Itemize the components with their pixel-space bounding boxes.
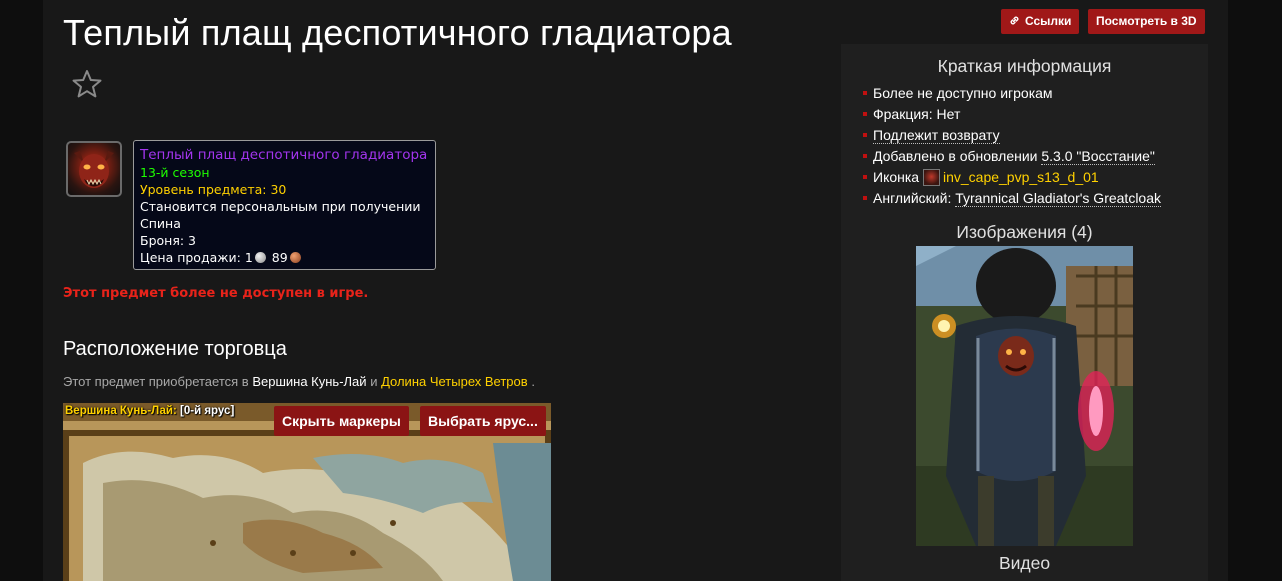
links-button-label: Ссылки bbox=[1025, 14, 1072, 28]
page-content: Теплый плащ деспотичного гладиатора Тепл… bbox=[43, 0, 1228, 581]
zone-link-kun-lai[interactable]: Вершина Кунь-Лай bbox=[252, 374, 366, 389]
tooltip-binding: Становится персональным при получении bbox=[140, 199, 421, 214]
info-item-patch: Добавлено в обновлении 5.3.0 "Восстание" bbox=[863, 146, 1161, 167]
tooltip-armor: Броня: 3 bbox=[140, 233, 196, 248]
item-mini-icon bbox=[922, 169, 940, 186]
tooltip-season: 13-й сезон bbox=[140, 165, 210, 180]
link-icon bbox=[1010, 16, 1019, 25]
info-text: Подлежит возврату bbox=[873, 127, 1000, 144]
map-zone-header: Вершина Кунь-Лай: [0-й ярус] bbox=[65, 405, 234, 417]
quick-info-title: Краткая информация bbox=[937, 56, 1112, 76]
vendor-period: . bbox=[531, 374, 535, 389]
info-text: Фракция: Нет bbox=[873, 106, 961, 122]
quick-info-list: Более не доступно игрокам Фракция: Нет П… bbox=[863, 83, 1161, 209]
links-button[interactable]: Ссылки bbox=[1001, 9, 1080, 34]
character-screenshot bbox=[916, 246, 1133, 546]
info-sidebar: Краткая информация Более не доступно игр… bbox=[841, 44, 1208, 581]
copper-coin-icon bbox=[289, 252, 301, 263]
sell-silver-value: 1 bbox=[244, 250, 253, 265]
vendor-section-title: Расположение торговца bbox=[63, 338, 287, 360]
info-item-faction: Фракция: Нет bbox=[863, 104, 1161, 125]
icon-name-link[interactable]: inv_cape_pvp_s13_d_01 bbox=[943, 169, 1099, 185]
vendor-conjunction: и bbox=[370, 374, 378, 389]
tooltip-slot: Спина bbox=[140, 216, 181, 231]
info-text: Добавлено в обновлении bbox=[873, 148, 1038, 164]
screenshot-thumbnail[interactable] bbox=[916, 246, 1133, 546]
favorite-star-icon[interactable] bbox=[71, 68, 103, 100]
video-title: Видео bbox=[998, 553, 1051, 573]
view-3d-button[interactable]: Посмотреть в 3D bbox=[1088, 9, 1205, 34]
patch-version: 5.3.0 "Восстание" bbox=[1041, 148, 1155, 165]
info-item-icon: Иконка inv_cape_pvp_s13_d_01 bbox=[863, 167, 1161, 188]
info-text: Английский: bbox=[873, 190, 952, 206]
item-icon[interactable] bbox=[66, 141, 122, 197]
vendor-map[interactable]: Вершина Кунь-Лай: [0-й ярус] Скрыть марк… bbox=[63, 403, 551, 581]
english-name: Tyrannical Gladiator's Greatcloak bbox=[955, 190, 1161, 207]
page-title: Теплый плащ деспотичного гладиатора bbox=[63, 12, 732, 53]
unavailable-notice: Этот предмет более не доступен в игре. bbox=[63, 286, 369, 301]
select-floor-button[interactable]: Выбрать ярус... bbox=[420, 406, 546, 436]
sell-price-label: Цена продажи: bbox=[140, 250, 241, 265]
tooltip-item-level: Уровень предмета: 30 bbox=[140, 182, 287, 197]
info-item-english: Английский: Tyrannical Gladiator's Great… bbox=[863, 188, 1161, 209]
sell-copper-value: 89 bbox=[271, 250, 288, 265]
info-text: Иконка bbox=[873, 169, 920, 185]
info-item-refundable: Подлежит возврату bbox=[863, 125, 1161, 146]
item-tooltip: Теплый плащ деспотичного гладиатора 13-й… bbox=[133, 140, 436, 270]
hide-markers-button[interactable]: Скрыть маркеры bbox=[274, 406, 409, 436]
demon-face-icon bbox=[74, 151, 114, 188]
tooltip-item-name: Теплый плащ деспотичного гладиатора bbox=[140, 147, 428, 163]
silver-coin-icon bbox=[254, 252, 266, 263]
images-title: Изображения (4) bbox=[956, 222, 1093, 242]
tooltip-sell-price: Цена продажи: 1 89 bbox=[140, 249, 429, 266]
map-zone-name: Вершина Кунь-Лай: bbox=[65, 405, 177, 417]
info-text: Более не доступно игрокам bbox=[873, 85, 1053, 101]
map-floor-label: [0-й ярус] bbox=[180, 405, 235, 417]
vendor-text-before: Этот предмет приобретается в bbox=[63, 374, 249, 389]
info-item-unavailable: Более не доступно игрокам bbox=[863, 83, 1161, 104]
vendor-location-text: Этот предмет приобретается в Вершина Кун… bbox=[63, 374, 535, 389]
zone-link-valley[interactable]: Долина Четырех Ветров bbox=[381, 374, 528, 389]
